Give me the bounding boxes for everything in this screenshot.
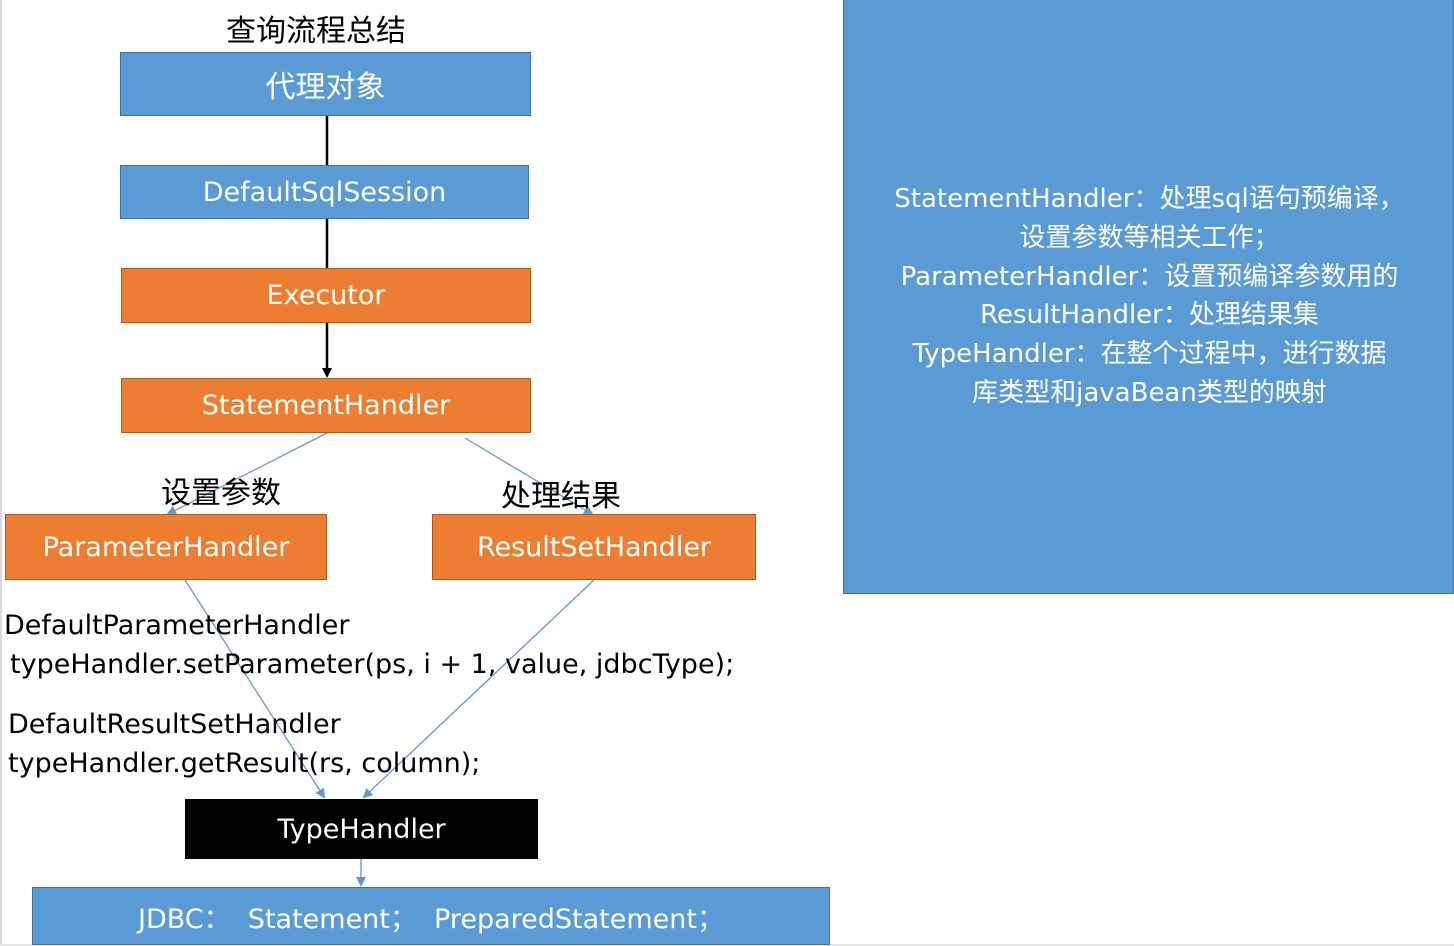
type-handler-node: TypeHandler (185, 799, 538, 859)
note-line-result-handler: ResultHandler：处理结果集 (980, 300, 1319, 331)
executor-node: Executor (121, 268, 531, 323)
note-line-type-handler-cont: 库类型和javaBean类型的映射 (972, 377, 1327, 408)
statement-handler-node: StatementHandler (121, 378, 531, 433)
proxy-object-node: 代理对象 (120, 52, 531, 116)
note-line-statement-handler: StatementHandler：处理sql语句预编译， (894, 184, 1405, 214)
notes-text: StatementHandler：处理sql语句预编译， 设置参数等相关工作； … (844, 180, 1454, 413)
diagram-title: 查询流程总结 (226, 14, 406, 49)
default-parameter-handler-label: DefaultParameterHandler (4, 610, 350, 641)
parameter-handler-node: ParameterHandler (5, 514, 327, 580)
get-result-call-label: typeHandler.getResult(rs, column); (8, 748, 481, 779)
set-parameter-call-label: typeHandler.setParameter(ps, i + 1, valu… (10, 649, 735, 680)
set-params-label: 设置参数 (161, 476, 281, 511)
note-line-type-handler: TypeHandler：在整个过程中，进行数据 (912, 339, 1387, 370)
note-line-parameter-handler: ParameterHandler：设置预编译参数用的 (900, 261, 1399, 292)
default-sql-session-node: DefaultSqlSession (120, 165, 529, 219)
default-resultset-handler-label: DefaultResultSetHandler (8, 709, 341, 740)
handle-results-label: 处理结果 (501, 479, 621, 514)
note-line-statement-handler-cont: 设置参数等相关工作； (1019, 222, 1280, 253)
jdbc-node: JDBC： Statement； PreparedStatement； (32, 887, 830, 945)
resultset-handler-node: ResultSetHandler (432, 514, 756, 580)
notes-panel: StatementHandler：处理sql语句预编译， 设置参数等相关工作； … (843, 0, 1454, 594)
